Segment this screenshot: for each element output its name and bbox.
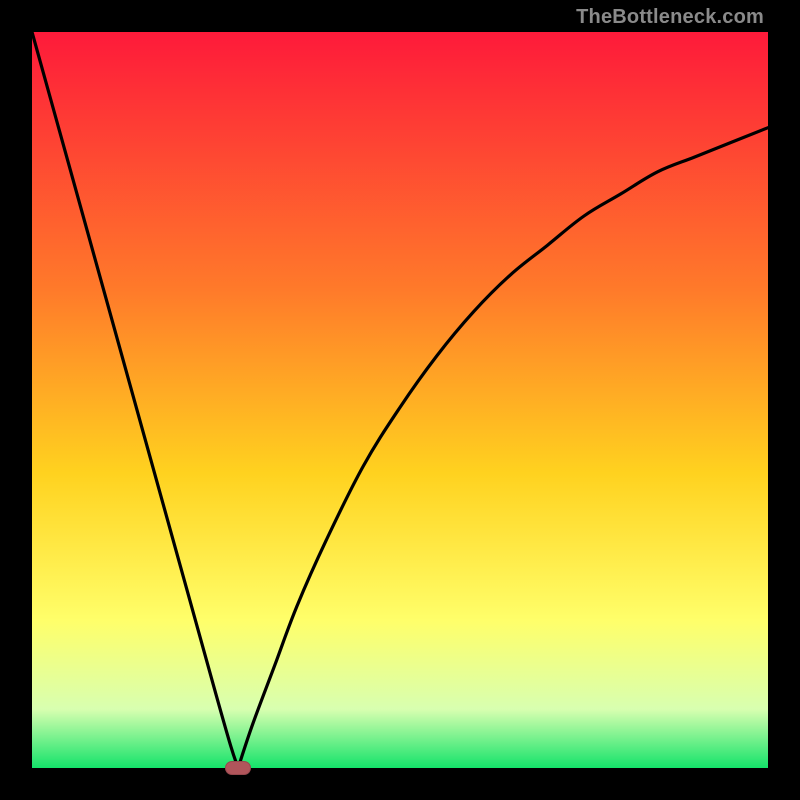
minimum-marker xyxy=(225,761,251,775)
curve-left-branch xyxy=(32,32,238,768)
plot-area xyxy=(32,32,768,768)
curve-right-branch xyxy=(238,128,768,768)
watermark-text: TheBottleneck.com xyxy=(576,6,764,29)
bottleneck-curve xyxy=(32,32,768,768)
chart-frame: TheBottleneck.com xyxy=(0,0,800,800)
